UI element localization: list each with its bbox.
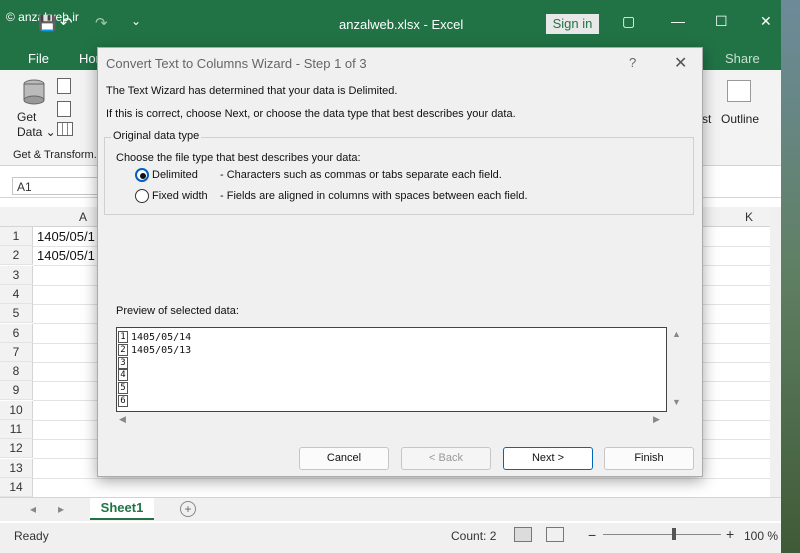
normal-view-icon[interactable]	[514, 527, 532, 542]
row-header[interactable]: 9	[0, 381, 33, 401]
sign-in-button[interactable]: Sign in	[546, 14, 599, 34]
from-table-icon[interactable]	[57, 122, 73, 136]
tab-scroll-right-icon[interactable]: ▸	[58, 502, 64, 516]
redo-icon[interactable]: ↷	[95, 14, 108, 32]
get-data-button[interactable]: Get Data ⌄	[17, 110, 56, 140]
customize-qat-icon[interactable]: ⌄	[131, 14, 141, 28]
row-header[interactable]: 2	[0, 246, 33, 266]
choose-file-type-label: Choose the file type that best describes…	[116, 152, 361, 164]
zoom-out-icon[interactable]: −	[588, 527, 596, 543]
help-icon[interactable]: ?	[629, 55, 636, 70]
ribbon-partial-label: st	[702, 112, 712, 126]
row-header[interactable]: 3	[0, 265, 33, 285]
preview-horizontal-scrollbar[interactable]: ◀ ▶	[116, 412, 667, 426]
row-header[interactable]: 12	[0, 439, 33, 459]
scroll-down-icon[interactable]: ▼	[672, 397, 681, 407]
status-ready: Ready	[14, 529, 49, 543]
delimited-radio[interactable]	[135, 168, 149, 182]
sheet-tab-bar: ◂ ▸ Sheet1 +	[0, 497, 781, 521]
fixed-width-description: - Fields are aligned in columns with spa…	[220, 190, 528, 202]
from-text-icon[interactable]	[57, 78, 71, 94]
scroll-right-icon[interactable]: ▶	[653, 414, 660, 425]
preview-vertical-scrollbar[interactable]: ▲ ▼	[670, 327, 684, 412]
zoom-level[interactable]: 100 %	[744, 529, 778, 543]
minimize-button[interactable]: —	[671, 13, 685, 29]
row-header[interactable]: 11	[0, 420, 33, 439]
fixed-width-radio[interactable]	[135, 189, 149, 203]
intro-text-2: If this is correct, choose Next, or choo…	[106, 108, 516, 120]
page-layout-view-icon[interactable]	[546, 527, 564, 542]
next-button[interactable]: Next >	[503, 447, 593, 470]
data-preview[interactable]: 1 1405/05/14 2 1405/05/13 3 4 5 6	[116, 327, 667, 412]
preview-row-number: 3	[118, 356, 128, 369]
name-box[interactable]: A1	[12, 177, 100, 195]
status-bar: Ready Count: 2 − + 100 %	[0, 523, 781, 553]
row-header[interactable]: 13	[0, 458, 33, 478]
preview-label: Preview of selected data:	[116, 305, 239, 317]
zoom-slider[interactable]	[603, 534, 721, 535]
undo-icon[interactable]: ↶	[60, 14, 73, 32]
intro-text-1: The Text Wizard has determined that your…	[106, 85, 398, 97]
row-header[interactable]: 1	[0, 227, 33, 246]
row-header[interactable]: 5	[0, 304, 33, 324]
grid-line	[33, 477, 770, 479]
close-window-button[interactable]: ✕	[760, 13, 772, 30]
text-to-columns-dialog: Convert Text to Columns Wizard - Step 1 …	[97, 47, 703, 477]
cancel-button[interactable]: Cancel	[299, 447, 389, 470]
maximize-button[interactable]: ☐	[715, 13, 728, 30]
new-sheet-icon[interactable]: +	[180, 501, 196, 517]
row-header[interactable]: 10	[0, 400, 33, 420]
scroll-up-icon[interactable]: ▲	[672, 329, 681, 339]
finish-button[interactable]: Finish	[604, 447, 694, 470]
sheet-tab-sheet1[interactable]: Sheet1	[90, 498, 154, 520]
preview-row-number: 6	[118, 395, 128, 407]
fixed-width-label[interactable]: Fixed width	[152, 190, 208, 202]
zoom-in-icon[interactable]: +	[726, 526, 734, 542]
outline-button[interactable]: Outline	[721, 112, 759, 126]
dialog-close-button[interactable]: ✕	[674, 53, 687, 73]
column-header-k[interactable]: K	[745, 210, 753, 224]
row-header[interactable]: 14	[0, 477, 33, 497]
save-icon[interactable]: 💾	[38, 14, 57, 32]
preview-row-number: 2	[118, 343, 128, 356]
preview-row-number: 4	[118, 369, 128, 382]
tab-scroll-left-icon[interactable]: ◂	[30, 502, 36, 516]
preview-row-text: 1405/05/13	[131, 344, 192, 356]
get-data-label: Get Data ⌄	[17, 110, 56, 139]
from-web-icon[interactable]	[57, 101, 71, 117]
row-header[interactable]: 4	[0, 284, 33, 304]
cell-a1[interactable]: 1405/05/1	[37, 229, 95, 244]
ribbon-display-options-icon[interactable]: ▢	[622, 13, 635, 30]
get-data-icon[interactable]	[20, 78, 48, 108]
preview-row-number: 5	[118, 382, 128, 395]
delimited-description: - Characters such as commas or tabs sepa…	[220, 169, 502, 181]
scroll-left-icon[interactable]: ◀	[119, 414, 126, 425]
window-title: anzalweb.xlsx - Excel	[339, 17, 464, 32]
row-header[interactable]: 7	[0, 342, 33, 362]
share-button[interactable]: Share	[725, 51, 760, 66]
tab-file[interactable]: File	[28, 51, 49, 66]
status-count: Count: 2	[451, 529, 497, 543]
column-header-a[interactable]: A	[79, 210, 87, 224]
title-bar: © anzalweb.ir 💾 ↶ ↷ ⌄ anzalweb.xlsx - Ex…	[0, 0, 781, 46]
original-data-type-label: Original data type	[111, 130, 202, 142]
desktop-background	[781, 0, 800, 553]
get-transform-group-label: Get & Transform...	[13, 149, 103, 161]
zoom-slider-thumb[interactable]	[672, 528, 676, 540]
row-header[interactable]: 8	[0, 362, 33, 382]
dialog-title: Convert Text to Columns Wizard - Step 1 …	[106, 56, 367, 71]
preview-row-text: 1405/05/14	[131, 332, 192, 343]
delimited-label[interactable]: Delimited	[152, 169, 198, 181]
row-header[interactable]: 6	[0, 323, 33, 343]
vertical-scrollbar[interactable]	[770, 207, 781, 497]
cell-a2[interactable]: 1405/05/1	[37, 248, 95, 263]
preview-row-number: 1	[118, 331, 128, 343]
back-button[interactable]: < Back	[401, 447, 491, 470]
outline-icon[interactable]	[727, 80, 751, 102]
